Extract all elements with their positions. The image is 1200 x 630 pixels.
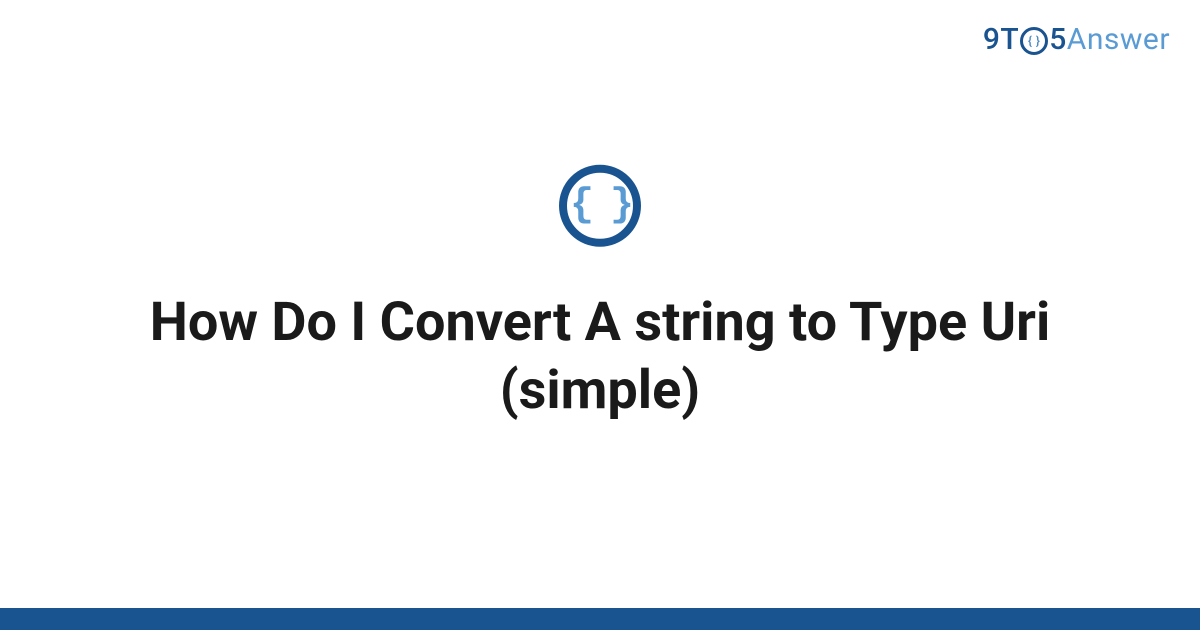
logo-o-braces: { } xyxy=(1028,35,1040,47)
page-title: How Do I Convert A string to Type Uri (s… xyxy=(60,289,1140,424)
logo-o-icon: { } xyxy=(1020,27,1048,55)
logo-text-answer: Answer xyxy=(1067,22,1170,57)
site-logo: 9T { } 5 Answer xyxy=(983,22,1170,57)
logo-text-5: 5 xyxy=(1049,22,1067,57)
footer-accent-bar xyxy=(0,608,1200,630)
logo-text-9t: 9T xyxy=(983,22,1019,57)
main-content: { } How Do I Convert A string to Type Ur… xyxy=(0,165,1200,424)
code-braces-icon: { } xyxy=(559,165,641,247)
braces-glyph: { } xyxy=(570,186,630,226)
